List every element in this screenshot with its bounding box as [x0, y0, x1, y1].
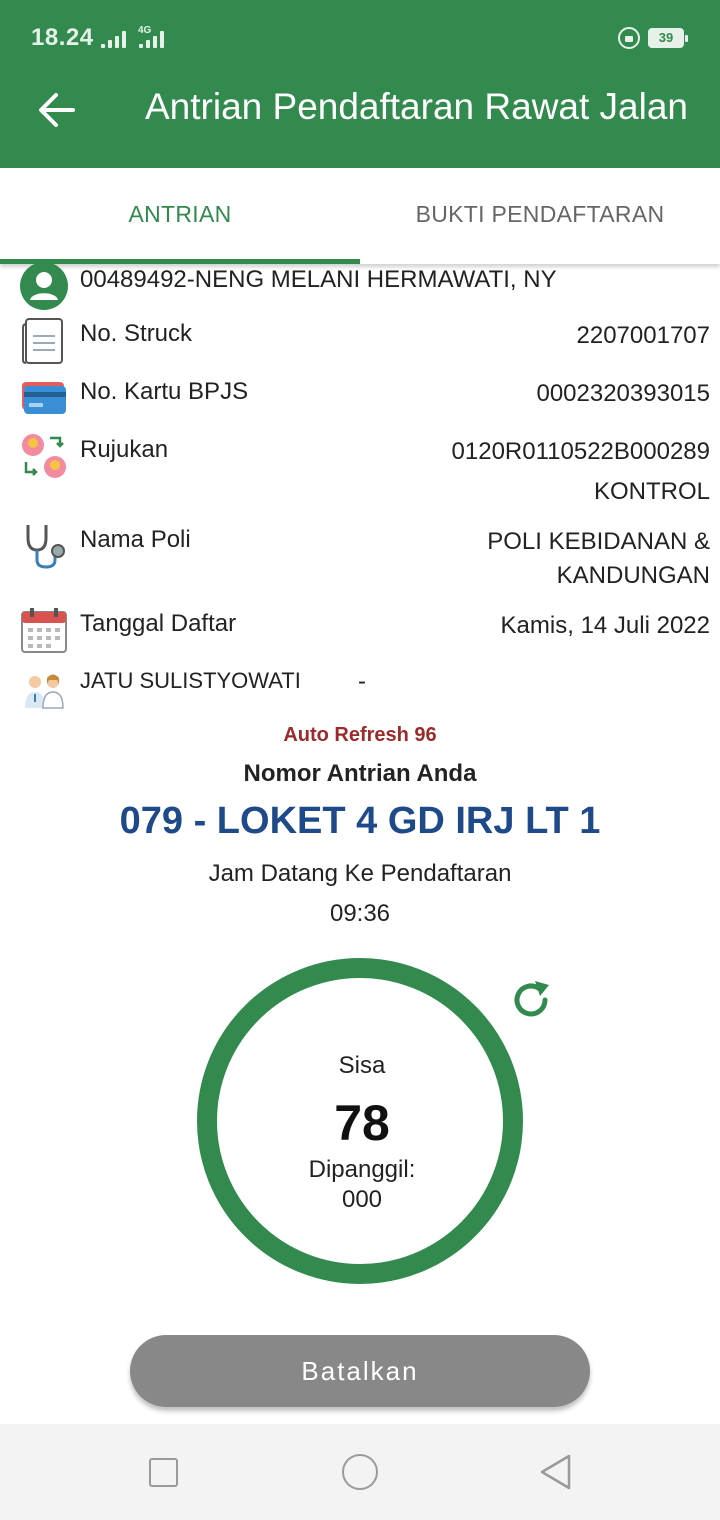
- remaining-label: Sisa: [338, 1052, 386, 1079]
- poli-value-line2: KANDUNGAN: [556, 562, 710, 589]
- tanggal-label: Tanggal Daftar: [80, 610, 237, 637]
- referral-icon: [22, 434, 66, 478]
- dokter-name: JATU SULISTYOWATI: [80, 668, 301, 693]
- struck-value: 2207001707: [576, 322, 710, 349]
- recent-apps-icon[interactable]: [149, 1458, 178, 1487]
- tab-bukti-pendaftaran[interactable]: BUKTI PENDAFTARAN: [360, 168, 720, 264]
- tanggal-value: Kamis, 14 Juli 2022: [500, 612, 710, 639]
- signal-4g-icon: [139, 30, 164, 48]
- arrival-time: 09:36: [329, 900, 391, 927]
- system-nav-bar: [0, 1424, 720, 1520]
- rujukan-type: KONTROL: [593, 478, 710, 505]
- doctors-icon: [25, 674, 64, 709]
- patient-name: 00489492-NENG MELANI HERMAWATI, NY: [80, 266, 557, 293]
- card-icon: [22, 382, 66, 414]
- tab-antrian[interactable]: ANTRIAN: [0, 168, 360, 264]
- arrival-time-label: Jam Datang Ke Pendaftaran: [208, 860, 512, 887]
- queue-number-label: Nomor Antrian Anda: [243, 760, 477, 787]
- status-bar: 18.24 4G 39: [0, 0, 720, 72]
- remaining-count: 78: [334, 1095, 390, 1151]
- rujukan-value: 0120R0110522B000289: [451, 438, 710, 465]
- signal-icon: [101, 30, 126, 48]
- status-time: 18.24: [31, 24, 94, 51]
- queue-number: 079 - LOKET 4 GD IRJ LT 1: [119, 800, 601, 842]
- user-icon: [20, 262, 68, 310]
- battery-icon: 39: [648, 28, 688, 48]
- dokter-value: -: [358, 668, 366, 695]
- bpjs-label: No. Kartu BPJS: [80, 378, 249, 405]
- receipt-icon: [22, 318, 63, 364]
- calendar-icon: [21, 608, 67, 653]
- refresh-icon[interactable]: [507, 976, 555, 1024]
- called-number: 000: [341, 1186, 383, 1213]
- bpjs-value: 0002320393015: [536, 380, 710, 407]
- home-icon[interactable]: [342, 1454, 378, 1490]
- back-triangle-icon[interactable]: [538, 1452, 574, 1492]
- app-header: 18.24 4G 39 Antrian Pendaftaran Rawat Ja…: [0, 0, 720, 168]
- page-title: Antrian Pendaftaran Rawat Jalan: [145, 86, 689, 127]
- poli-label: Nama Poli: [80, 526, 191, 553]
- tab-bar: ANTRIAN BUKTI PENDAFTARAN: [0, 168, 720, 264]
- stethoscope-icon: [26, 525, 65, 569]
- rujukan-label: Rujukan: [80, 436, 169, 463]
- cancel-button[interactable]: Batalkan: [130, 1335, 590, 1407]
- auto-refresh-countdown: Auto Refresh 96: [283, 724, 437, 746]
- called-label: Dipanggil:: [308, 1156, 416, 1183]
- arrow-left-icon[interactable]: [30, 84, 82, 136]
- rotation-lock-icon: [618, 27, 640, 49]
- struck-label: No. Struck: [80, 320, 193, 347]
